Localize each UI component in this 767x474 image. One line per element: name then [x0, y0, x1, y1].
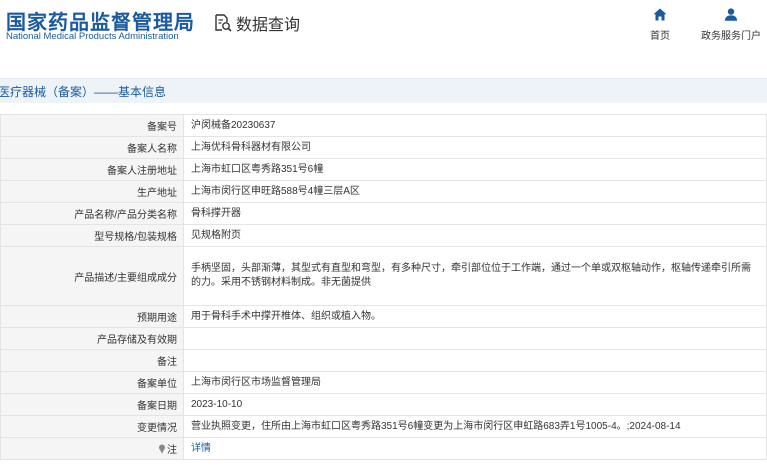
row-value: 营业执照变更，住所由上海市虹口区粤秀路351号6幢变更为上海市闵行区申虹路683… [183, 415, 767, 438]
note-label: 注 [167, 444, 177, 456]
row-value [183, 327, 767, 350]
row-label: 备案单位 [0, 371, 184, 394]
row-label: 生产地址 [0, 180, 184, 203]
row-value: 手柄坚固，头部渐薄，其型式有直型和弯型，有多种尺寸，牵引部位位于工作端，通过一个… [183, 246, 767, 306]
row-label: 产品描述/主要组成成分 [0, 246, 184, 306]
table-row: 生产地址 上海市闵行区申旺路588号4幢三层A区 [0, 180, 767, 203]
row-label: 备案号 [0, 114, 184, 137]
row-label: 产品名称/产品分类名称 [0, 202, 184, 225]
row-value: 上海优科骨科器材有限公司 [183, 136, 767, 159]
home-icon [653, 8, 667, 27]
data-query-label: 数据查询 [236, 17, 301, 34]
table-row: 备注 [0, 349, 767, 372]
row-label: 预期用途 [0, 305, 184, 328]
row-value: 用于骨科手术中撑开椎体、组织或植入物。 [183, 305, 767, 328]
row-label: 备案人名称 [0, 136, 184, 159]
table-row: 产品名称/产品分类名称 骨科撑开器 [0, 202, 767, 225]
row-label: 备注 [0, 349, 184, 372]
logo-english[interactable]: National Medical Products Administration [6, 31, 179, 42]
user-icon [724, 8, 738, 27]
row-label-note: 注 [0, 437, 184, 460]
table-row: 备案号 沪闵械备20230637 [0, 114, 767, 137]
table-row: 型号规格/包装规格 见规格附页 [0, 224, 767, 247]
nav-home-label: 首页 [650, 31, 670, 42]
pin-icon [158, 444, 166, 457]
table-row: 产品存储及有效期 [0, 327, 767, 350]
table-row: 备案人名称 上海优科骨科器材有限公司 [0, 136, 767, 159]
row-label: 备案人注册地址 [0, 158, 184, 181]
info-table: 备案号 沪闵械备20230637 备案人名称 上海优科骨科器材有限公司 备案人注… [0, 114, 767, 460]
detail-link[interactable]: 详情 [191, 443, 211, 454]
table-row: 预期用途 用于骨科手术中撑开椎体、组织或植入物。 [0, 305, 767, 328]
section-title: 医疗器械（备案）——基本信息 [0, 85, 167, 99]
table-row: 变更情况 营业执照变更，住所由上海市虹口区粤秀路351号6幢变更为上海市闵行区申… [0, 415, 767, 438]
table-row: 备案人注册地址 上海市虹口区粤秀路351号6幢 [0, 158, 767, 181]
data-query-link[interactable]: 数据查询 [214, 11, 300, 35]
row-value: 上海市虹口区粤秀路351号6幢 [183, 158, 767, 181]
row-label: 产品存储及有效期 [0, 327, 184, 350]
table-row: 注 详情 [0, 437, 767, 460]
row-value: 2023-10-10 [183, 393, 767, 416]
table-row: 备案日期 2023-10-10 [0, 393, 767, 416]
row-value [183, 349, 767, 372]
table-row: 备案单位 上海市闵行区市场监督管理局 [0, 371, 767, 394]
row-label: 型号规格/包装规格 [0, 224, 184, 247]
row-value: 上海市闵行区市场监督管理局 [183, 371, 767, 394]
nav-home[interactable]: 首页 [650, 8, 670, 42]
row-label: 备案日期 [0, 393, 184, 416]
row-value: 见规格附页 [183, 224, 767, 247]
row-value: 详情 [183, 437, 767, 460]
row-value: 上海市闵行区申旺路588号4幢三层A区 [183, 180, 767, 203]
section-bar: 医疗器械（备案）——基本信息 [0, 78, 767, 103]
site-header: 国家药品监督管理局 National Medical Products Admi… [0, 0, 767, 52]
row-value: 骨科撑开器 [183, 202, 767, 225]
nav-portal-label: 政务服务门户 [701, 31, 761, 42]
table-row: 产品描述/主要组成成分 手柄坚固，头部渐薄，其型式有直型和弯型，有多种尺寸，牵引… [0, 246, 767, 306]
row-label: 变更情况 [0, 415, 184, 438]
row-value: 沪闵械备20230637 [183, 114, 767, 137]
search-document-icon [214, 14, 232, 32]
header-spacer [0, 52, 767, 78]
nav-portal[interactable]: 政务服务门户 [701, 8, 761, 42]
